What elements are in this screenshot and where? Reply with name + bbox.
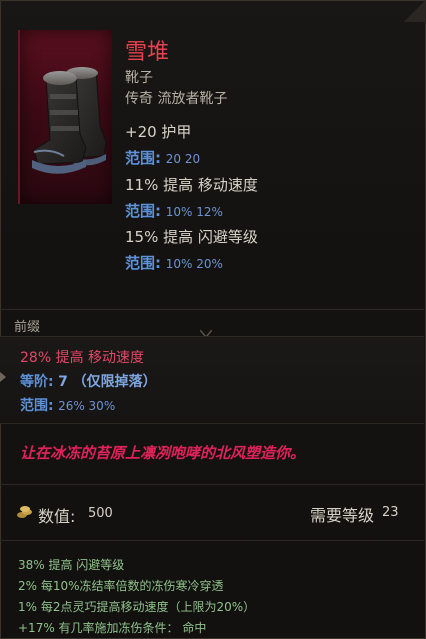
level-value: 23 [382,505,399,520]
unique-mod: +17% 有几率施加冻伤条件： 命中 [18,621,207,635]
affix-tier: 等阶: 7 （仅限掉落） [20,371,157,391]
coin-icon [17,506,32,518]
divider [0,540,424,541]
base-stat-evasion-range: 范围: 10% 20% [125,252,223,273]
unique-mod: 1% 每2点灵巧提高移动速度（上限为20%） [18,600,256,614]
base-stat-armor: +20 护甲 [125,123,192,141]
tier-label: 等阶: [20,374,54,390]
range-values: 20 20 [165,152,201,166]
unique-mod: 2% 每10%冻结率倍数的冻伤寒冷穿透 [18,579,224,593]
range-label: 范围: [20,398,54,414]
item-type: 靴子 [125,70,153,86]
value-label: 数值: [38,507,76,526]
divider [0,309,424,310]
range-values: 10% 20% [165,257,223,271]
unique-mod: 38% 提高 闪避等级 [18,558,125,572]
divider [0,484,424,485]
item-rarity-line: 传奇 流放者靴子 [125,91,228,107]
level-label: 需要等级 [310,506,375,525]
affix-pointer-icon [0,372,6,382]
affix-line: 28% 提高 移动速度 [20,350,145,366]
base-stat-move-speed: 11% 提高 移动速度 [125,176,258,194]
base-stat-armor-range: 范围: 20 20 [125,147,200,168]
range-values: 26% 30% [58,399,116,413]
item-portrait [18,30,112,204]
boots-icon [32,67,107,174]
base-stat-move-speed-range: 范围: 10% 12% [125,200,223,221]
range-values: 10% 12% [165,205,223,219]
range-label: 范围: [125,149,161,167]
tier-value: 7 （仅限掉落） [58,374,157,390]
base-stat-evasion: 15% 提高 闪避等级 [125,228,258,246]
affix-section-label: 前缀 [14,320,41,335]
panel-corner [404,0,426,22]
range-label: 范围: [125,202,161,220]
item-name: 雪堆 [125,40,170,65]
affix-range: 范围: 26% 30% [20,395,115,415]
value-amount: 500 [88,506,113,521]
range-label: 范围: [125,254,161,272]
flavor-text: 让在冰冻的苔原上凛冽咆哮的北风塑造你。 [20,444,306,462]
